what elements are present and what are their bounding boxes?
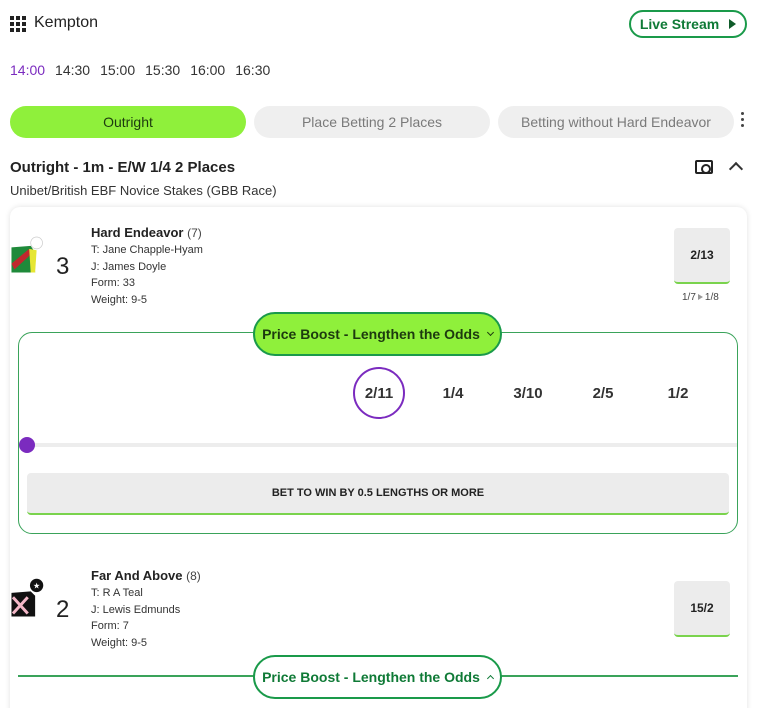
price-boost-toggle[interactable]: Price Boost - Lengthen the Odds: [253, 312, 502, 356]
race-time-tabs: 14:00 14:30 15:00 15:30 16:00 16:30: [10, 62, 270, 78]
svg-text:★: ★: [33, 580, 40, 590]
jockey-silk-icon: ★: [11, 578, 44, 617]
race-time-tab[interactable]: 14:30: [55, 62, 90, 78]
market-subtitle: Unibet/British EBF Novice Stakes (GBB Ra…: [10, 183, 277, 198]
runner-name: Far And Above (8): [91, 568, 201, 583]
race-time-tab[interactable]: 16:00: [190, 62, 225, 78]
price-boost-label: Price Boost - Lengthen the Odds: [262, 326, 480, 342]
boost-odd-option[interactable]: 2/5: [578, 380, 628, 406]
runner-details: T: Jane Chapple-Hyam J: James Doyle Form…: [91, 242, 203, 308]
price-arrow-icon: [697, 294, 703, 300]
live-stream-button[interactable]: Live Stream: [629, 10, 747, 38]
runner-weight: Weight: 9-5: [91, 636, 148, 649]
boost-odd-option[interactable]: 3/10: [503, 380, 553, 406]
boost-slider-track[interactable]: [27, 443, 737, 447]
runner-trainer: T: Jane Chapple-Hyam: [91, 244, 203, 256]
jockey-silk-icon: [11, 236, 43, 273]
race-time-tab[interactable]: 14:00: [10, 62, 45, 78]
runner-form: Form: 7: [91, 620, 129, 632]
chevron-down-icon: [486, 328, 494, 337]
header: Kempton Live Stream: [10, 10, 747, 40]
price-from: 1/7: [682, 292, 696, 303]
boost-odd-option[interactable]: 2/11: [354, 380, 404, 406]
price-boost-toggle[interactable]: Price Boost - Lengthen the Odds: [253, 655, 502, 699]
price-boost-label: Price Boost - Lengthen the Odds: [262, 669, 480, 685]
boost-bet-button[interactable]: BET TO WIN BY 0.5 LENGTHS OR MORE: [27, 473, 729, 515]
collapse-chevron-up-icon[interactable]: [728, 161, 744, 177]
saddle-number: 2: [56, 596, 70, 623]
saddle-number: 3: [56, 253, 70, 280]
bet-type-tabs: Outright Place Betting 2 Places Betting …: [10, 106, 759, 138]
price-to: 1/8: [704, 292, 719, 303]
runner-name-text: Far And Above: [91, 568, 183, 583]
runner-form: Form: 33: [91, 277, 136, 289]
runner-details: T: R A Teal J: Lewis Edmunds Form: 7 Wei…: [91, 585, 180, 651]
odds-button[interactable]: 2/13: [674, 228, 730, 284]
tab-outright[interactable]: Outright: [10, 106, 246, 138]
odds-button[interactable]: 15/2: [674, 581, 730, 637]
cash-out-icon[interactable]: [695, 160, 713, 174]
runner-jockey: J: Lewis Edmunds: [91, 603, 181, 616]
runner-jockey: J: James Doyle: [91, 260, 167, 273]
live-stream-label: Live Stream: [639, 16, 720, 32]
play-icon: [729, 19, 737, 29]
runner-weight: Weight: 9-5: [91, 293, 148, 306]
runner-draw: (7): [187, 226, 202, 240]
boost-odd-option[interactable]: 1/4: [428, 380, 478, 406]
race-time-tab[interactable]: 15:00: [100, 62, 135, 78]
runner-draw: (8): [186, 569, 201, 583]
venue-title: Kempton: [34, 14, 99, 31]
grid-menu-icon[interactable]: [10, 16, 26, 32]
tab-betting-without[interactable]: Betting without Hard Endeavor: [498, 106, 734, 138]
boost-slider-thumb[interactable]: [19, 437, 35, 453]
race-time-tab[interactable]: 16:30: [235, 62, 270, 78]
runner-name-text: Hard Endeavor: [91, 225, 184, 240]
price-movement: 1/7 1/8: [682, 292, 719, 303]
more-options-icon[interactable]: [741, 112, 746, 127]
boost-odd-option[interactable]: 1/2: [653, 380, 703, 406]
race-time-tab[interactable]: 15:30: [145, 62, 180, 78]
chevron-up-icon: [486, 674, 494, 683]
runner-name: Hard Endeavor (7): [91, 225, 202, 240]
tab-place-betting[interactable]: Place Betting 2 Places: [254, 106, 490, 138]
runner-trainer: T: R A Teal: [91, 587, 143, 599]
market-title: Outright - 1m - E/W 1/4 2 Places: [10, 159, 236, 176]
